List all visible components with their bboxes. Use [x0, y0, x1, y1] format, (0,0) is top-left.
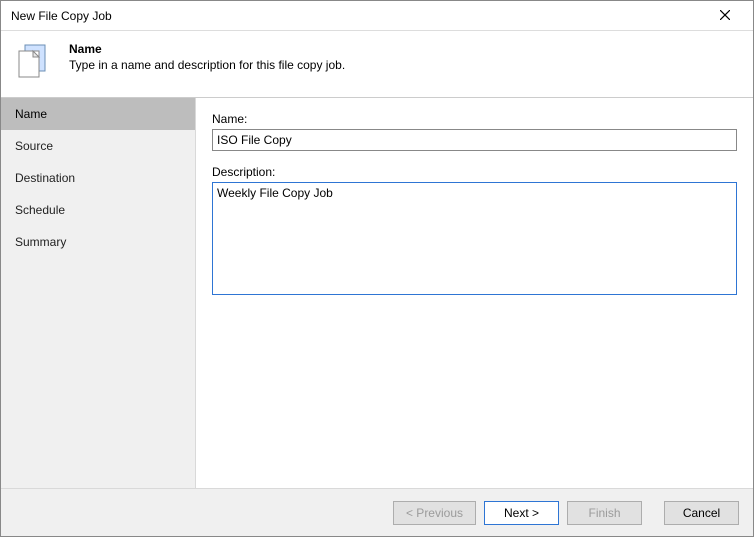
wizard-body: Name Source Destination Schedule Summary… [1, 97, 753, 488]
step-source[interactable]: Source [1, 130, 195, 162]
window-title: New File Copy Job [11, 9, 705, 23]
step-schedule[interactable]: Schedule [1, 194, 195, 226]
titlebar: New File Copy Job [1, 1, 753, 31]
cancel-button[interactable]: Cancel [664, 501, 739, 525]
step-destination[interactable]: Destination [1, 162, 195, 194]
files-icon [15, 41, 55, 81]
header-subtext: Type in a name and description for this … [69, 58, 345, 72]
step-summary[interactable]: Summary [1, 226, 195, 258]
header-heading: Name [69, 42, 345, 56]
wizard-steps: Name Source Destination Schedule Summary [1, 98, 196, 488]
wizard-header: Name Type in a name and description for … [1, 31, 753, 97]
next-button[interactable]: Next > [484, 501, 559, 525]
wizard-main: Name: Description: [196, 98, 753, 488]
description-label: Description: [212, 165, 737, 179]
wizard-window: New File Copy Job Name Type in a name an… [0, 0, 754, 537]
close-icon [720, 9, 730, 23]
wizard-footer: < Previous Next > Finish Cancel [1, 488, 753, 536]
close-button[interactable] [705, 2, 745, 30]
name-input[interactable] [212, 129, 737, 151]
name-label: Name: [212, 112, 737, 126]
step-name[interactable]: Name [1, 98, 195, 130]
description-input[interactable] [212, 182, 737, 295]
previous-button[interactable]: < Previous [393, 501, 476, 525]
finish-button[interactable]: Finish [567, 501, 642, 525]
